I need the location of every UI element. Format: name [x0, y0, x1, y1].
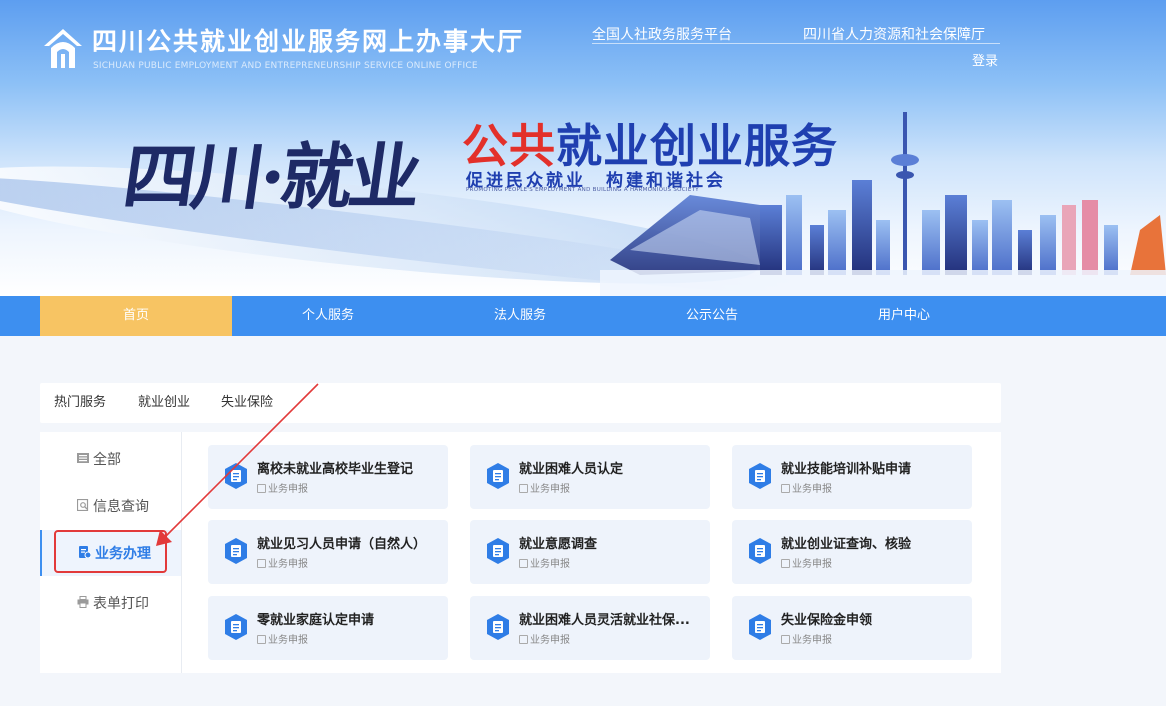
service-card-tag: 业务申报: [257, 555, 308, 570]
login-link[interactable]: 登录: [972, 50, 998, 69]
sidebar-divider: [181, 432, 182, 673]
service-card-tag: 业务申报: [257, 480, 308, 495]
sidebar-item-all[interactable]: 全部: [40, 436, 181, 482]
form-icon: [781, 484, 790, 493]
form-icon: [519, 559, 528, 568]
service-card-title: 失业保险金申领: [781, 613, 873, 628]
nav-personal-service[interactable]: 个人服务: [232, 296, 424, 336]
service-card-tag: 业务申报: [781, 555, 832, 570]
document-badge-icon: [749, 538, 771, 564]
service-card-tag: 业务申报: [519, 480, 570, 495]
service-card-tag-label: 业务申报: [530, 484, 570, 495]
service-card-title: 就业困难人员认定: [519, 462, 624, 477]
sidebar-item-label: 表单打印: [93, 596, 149, 612]
header-banner: 四川公共就业创业服务网上办事大厅 SICHUAN PUBLIC EMPLOYME…: [0, 0, 1166, 296]
document-badge-icon: [487, 538, 509, 564]
query-icon: [77, 499, 89, 511]
service-card-tag-label: 业务申报: [268, 559, 308, 570]
document-badge-icon: [487, 463, 509, 489]
document-badge-icon: [225, 538, 247, 564]
sidebar-item-query[interactable]: 信息查询: [40, 483, 181, 529]
main-nav: 首页 个人服务 法人服务 公示公告 用户中心: [0, 296, 1166, 336]
service-card-title: 就业见习人员申请（自然人）: [257, 537, 427, 552]
service-card-tag-label: 业务申报: [792, 559, 832, 570]
service-card[interactable]: 失业保险金申领业务申报: [732, 596, 972, 660]
sidebar-item-label: 全部: [93, 452, 121, 468]
form-icon: [257, 635, 266, 644]
service-card-tag-label: 业务申报: [792, 635, 832, 646]
service-card-title: 就业技能培训补贴申请: [781, 462, 912, 477]
sidebar-item-print[interactable]: 表单打印: [40, 580, 181, 626]
document-badge-icon: [225, 463, 247, 489]
service-card-tag-label: 业务申报: [268, 635, 308, 646]
form-icon: [781, 635, 790, 644]
service-card-tag: 业务申报: [781, 631, 832, 646]
house-logo-icon[interactable]: [42, 26, 84, 72]
form-icon: [519, 484, 528, 493]
city-skyline-illustration: [600, 112, 1166, 296]
service-card[interactable]: 离校未就业高校毕业生登记业务申报: [208, 445, 448, 509]
service-card-title: 就业意愿调查: [519, 537, 598, 552]
service-card-tag: 业务申报: [781, 480, 832, 495]
service-card[interactable]: 就业困难人员灵活就业社保... 业务申报: [470, 596, 710, 660]
document-badge-icon: [225, 614, 247, 640]
form-icon: [257, 559, 266, 568]
header-divider: [592, 43, 1000, 44]
form-icon: [519, 635, 528, 644]
service-card-tag-label: 业务申报: [530, 559, 570, 570]
form-icon: [781, 559, 790, 568]
tab-unemployment-insurance[interactable]: 失业保险: [221, 383, 273, 423]
service-card-title: 离校未就业高校毕业生登记: [257, 462, 414, 477]
document-badge-icon: [749, 463, 771, 489]
sidebar-item-label: 信息查询: [93, 499, 149, 515]
service-card-tag-label: 业务申报: [530, 635, 570, 646]
service-card[interactable]: 就业意愿调查业务申报: [470, 520, 710, 584]
slogan-red: 公共: [462, 119, 556, 173]
service-card-tag: 业务申报: [519, 555, 570, 570]
service-card[interactable]: 就业创业证查询、核验业务申报: [732, 520, 972, 584]
service-card[interactable]: 就业技能培训补贴申请业务申报: [732, 445, 972, 509]
list-icon: [77, 453, 89, 463]
nav-home[interactable]: 首页: [40, 296, 232, 336]
service-card-tag: 业务申报: [519, 631, 570, 646]
document-badge-icon: [487, 614, 509, 640]
form-icon: [257, 484, 266, 493]
link-sichuan-hrss[interactable]: 四川省人力资源和社会保障厅: [803, 24, 985, 44]
print-icon: [77, 596, 89, 608]
nav-user-center[interactable]: 用户中心: [808, 296, 1000, 336]
nav-legal-service[interactable]: 法人服务: [424, 296, 616, 336]
nav-notice[interactable]: 公示公告: [616, 296, 808, 336]
service-card-tag-label: 业务申报: [268, 484, 308, 495]
tab-hot-services[interactable]: 热门服务: [54, 383, 106, 423]
service-card[interactable]: 零就业家庭认定申请业务申报: [208, 596, 448, 660]
tab-employment[interactable]: 就业创业: [138, 383, 190, 423]
service-card-title: 就业困难人员灵活就业社保...: [519, 613, 690, 628]
link-national-platform[interactable]: 全国人社政务服务平台: [592, 24, 732, 44]
service-card-tag-label: 业务申报: [792, 484, 832, 495]
document-badge-icon: [749, 614, 771, 640]
service-card[interactable]: 就业见习人员申请（自然人） 业务申报: [208, 520, 448, 584]
service-card-title: 零就业家庭认定申请: [257, 613, 375, 628]
site-subtitle: SICHUAN PUBLIC EMPLOYMENT AND ENTREPRENE…: [93, 61, 478, 71]
service-card-tag: 业务申报: [257, 631, 308, 646]
calligraphy-slogan: 四川·就业: [118, 134, 424, 219]
site-title[interactable]: 四川公共就业创业服务网上办事大厅: [92, 22, 524, 58]
service-tabbar: 热门服务 就业创业 失业保险: [40, 383, 1001, 423]
service-card-title: 就业创业证查询、核验: [781, 537, 912, 552]
annotation-highlight-box: [54, 530, 167, 573]
service-card[interactable]: 就业困难人员认定业务申报: [470, 445, 710, 509]
